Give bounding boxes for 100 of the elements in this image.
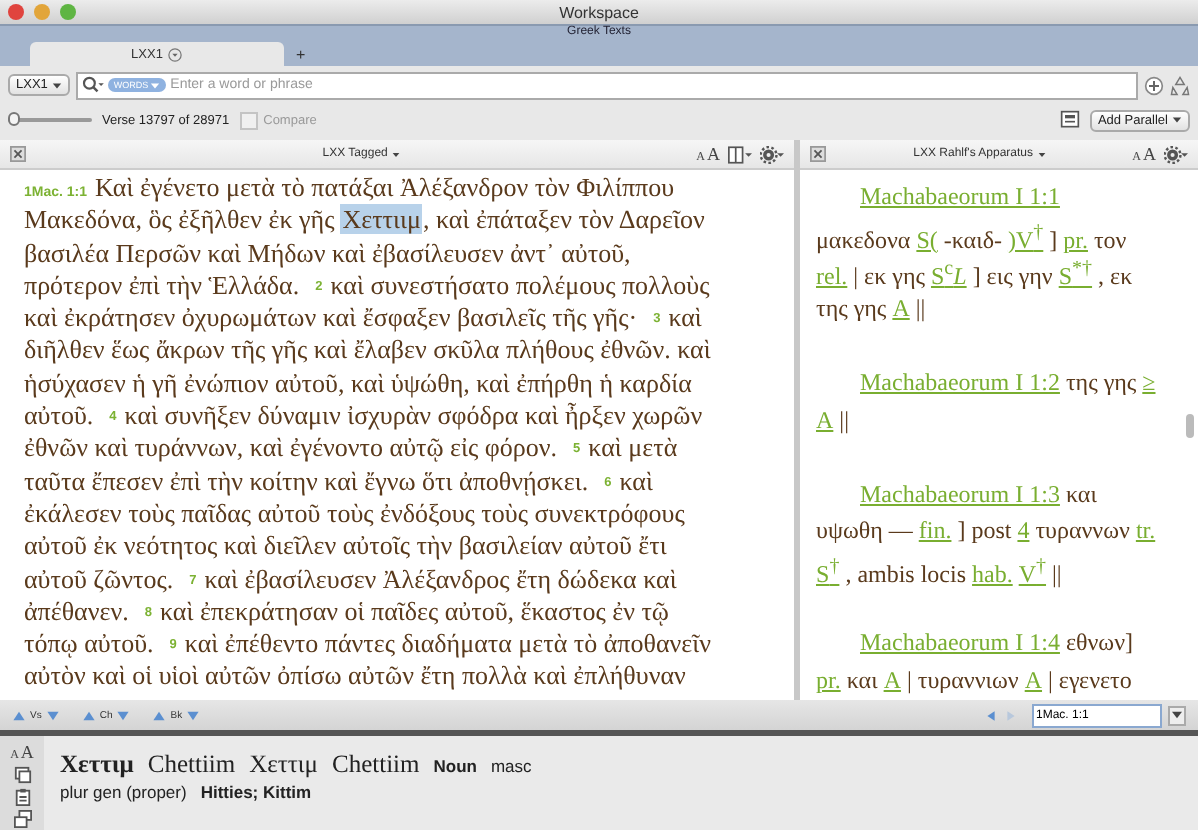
up-arrow-icon[interactable] (152, 709, 167, 721)
up-arrow-icon[interactable] (81, 709, 96, 721)
apparatus-text: της γης (1065, 365, 1137, 400)
apparatus-link[interactable]: A (883, 661, 901, 699)
back-arrow-icon[interactable] (984, 709, 998, 721)
verse-text: καὶ συνεστήσατο πολέμους πολλοὺς (330, 269, 710, 303)
highlighted-word[interactable]: Χεττιιμ (340, 204, 423, 235)
panel-icon[interactable] (1059, 110, 1080, 130)
verse-text: καὶ (668, 302, 702, 335)
apparatus-text: || (1052, 557, 1062, 592)
verse-text: αὐτοῦ ἐκ νεότητος καὶ διεῖλεν αὐτοῖς τὴν βασιλείαν αὐτοῦ ἔτι (24, 530, 667, 564)
gloss: Hitties; Kittim (200, 782, 312, 802)
apparatus-text: | εγενετο (1048, 663, 1132, 698)
verse-text: Μακεδόνα, ὃς ἐξῆλθεν ἐκ γῆς (24, 204, 335, 238)
close-button[interactable] (8, 4, 24, 20)
headword: Χεττιμ (60, 750, 134, 780)
caret-icon (150, 81, 161, 89)
down-arrow-icon[interactable] (186, 709, 201, 721)
verse-text: ἐκάλεσεν τοὺς παῖδας αὐτοῦ τοὺς ἐνδόξους τοὺς συνεκτρόφους (24, 497, 685, 531)
verse-text: αὐτοῦ. (24, 400, 94, 433)
verse-text: βασιλέα Περσῶν καὶ Μήδων καὶ ἐβασίλευσεν ἀντ᾽ αὐτοῦ, (24, 237, 631, 270)
apparatus-link[interactable]: A (1024, 661, 1043, 699)
transliteration: Chettiim (147, 750, 236, 780)
reference-link[interactable]: Machabaeorum I 1:1 (860, 178, 1060, 216)
caret-icon[interactable] (168, 47, 183, 61)
apparatus-link[interactable]: rel. (816, 258, 848, 296)
apparatus-link[interactable]: S$^{†}$ (816, 549, 840, 594)
apparatus-text: τυραννων (1035, 514, 1130, 549)
verse-text: καὶ ἐκράτησεν ὀχυρωμάτων καὶ ἔσφαξεν βασιλεῖς τῆς γῆς· (24, 302, 638, 335)
add-tab-button[interactable]: + (284, 46, 318, 64)
verse-text: Καὶ ἐγένετο μετὰ τὸ πατάξαι Ἀλέξανδρον τὸν Φιλίππου (95, 172, 675, 205)
close-panel-icon[interactable] (810, 146, 826, 162)
verse-text: αὐτοῦ ζῶντος. (24, 563, 174, 596)
apparatus-text: , ambis locis (845, 557, 967, 592)
verse-text: διῆλθεν ἕως ἄκρων τῆς γῆς καὶ ἔλαβεν σκῦλα πλήθους ἐθνῶν. καὶ (24, 334, 711, 368)
clipboard-icon[interactable] (13, 788, 31, 806)
caret-icon (391, 151, 400, 157)
apparatus-text: υψωθη — (816, 514, 913, 549)
verse-text: ἐθνῶν καὶ τυράννων, καὶ ἐγένοντο αὐτῷ εἰς φόρον. (24, 432, 558, 466)
verse-text: ταῦτα ἔπεσεν ἐπὶ τὴν κοίτην καὶ ἔγνω ὅτι ἀποθνῄσκει. (24, 465, 589, 498)
apparatus-text: ] (1049, 223, 1058, 258)
apparatus-text: ] εις γην (972, 260, 1053, 295)
scrollbar-thumb[interactable] (1186, 414, 1194, 438)
apparatus-text: της γης (816, 291, 887, 326)
reference-link[interactable]: Machabaeorum I 1:2 (860, 363, 1060, 402)
verse-text: ἀπέθανεν. (24, 595, 129, 629)
apparatus-link[interactable]: hab. (972, 555, 1013, 594)
apparatus-link[interactable]: V$^{†}$ (1018, 549, 1047, 594)
close-panel-icon[interactable] (10, 146, 26, 162)
verse-text: , καὶ ἐπάταξεν τὸν Δαρεῖον (422, 204, 705, 238)
apparatus-link[interactable]: tr. (1135, 512, 1156, 550)
slider-thumb[interactable] (8, 112, 20, 126)
down-arrow-icon[interactable] (45, 709, 60, 721)
caret-icon (51, 81, 62, 89)
apparatus-link[interactable]: A (892, 289, 910, 327)
verse-text: καὶ μετὰ (588, 432, 678, 466)
verse-text: καὶ ἐπεκράτησαν οἱ παῖδες αὐτοῦ, ἕκαστος ἐν τῷ (159, 595, 669, 629)
apparatus-text: εθνων] (1065, 626, 1134, 661)
apparatus-link[interactable]: pr. (816, 661, 841, 699)
caret-icon (1172, 116, 1182, 124)
verse-text: τόπῳ αὐτοῦ. (24, 628, 154, 661)
apparatus-text: τον (1093, 223, 1127, 258)
verse-text: αὐτὸν καὶ οἱ υἱοὶ αὐτῶν ὀπίσω αὐτῶν ἔτη πολλὰ καὶ ἐπλήθυναν (24, 660, 686, 694)
verse-text: καὶ ἐβασίλευσεν Ἀλέξανδρος ἔτη δώδεκα καὶ (204, 563, 677, 596)
verse-text: καὶ ἐπέθεντο πάντες διαδήματα μετὰ τὸ ἀποθανεῖν (184, 628, 711, 661)
apparatus-text: -καιδ- (943, 223, 1002, 258)
down-arrow-icon[interactable] (116, 709, 131, 721)
settings-icon[interactable] (1164, 145, 1189, 163)
reference-link[interactable]: Machabaeorum I 1:3 (860, 475, 1060, 513)
window-icon[interactable] (13, 810, 31, 828)
add-icon[interactable] (1144, 75, 1164, 95)
verse-text: πρότερον ἐπὶ τὴν Ἑλλάδα. (24, 269, 300, 303)
columns-icon[interactable] (728, 145, 752, 163)
copy-icon[interactable] (13, 766, 31, 784)
verse-text: καὶ (619, 465, 653, 498)
caret-icon (1170, 710, 1184, 720)
up-arrow-icon[interactable] (12, 709, 26, 721)
verse-text: καὶ συνῆξεν δύναμιν ἰσχυρὰν σφόδρα καὶ ἦρξεν χωρῶν (124, 400, 703, 433)
caret-icon (1037, 151, 1046, 157)
part-of-speech: Noun (433, 756, 477, 776)
apparatus-text: | εκ γης (853, 260, 925, 295)
gender: masc (490, 756, 532, 776)
dropdown-button[interactable] (1168, 705, 1186, 725)
verse-text: ἡσύχασεν ἡ γῆ ἐνώπιον αὐτοῦ, καὶ ὑψώθη, καὶ ἐπήρθη ἡ καρδία (24, 367, 692, 401)
settings-icon[interactable] (760, 145, 784, 163)
apparatus-link[interactable]: ≥ (1142, 363, 1156, 402)
apparatus-text: || (839, 403, 849, 438)
parsing: plur gen (proper) (60, 782, 187, 802)
reference-link[interactable]: Machabaeorum I 1:4 (860, 624, 1060, 662)
apparatus-link[interactable]: fin. (918, 512, 952, 550)
apparatus-link[interactable]: 4 (1017, 512, 1030, 550)
apparatus-text: | τυραννιων (906, 663, 1019, 698)
apparatus-text: και (1065, 477, 1097, 512)
apparatus-text: και (846, 663, 878, 698)
zoom-button[interactable] (60, 4, 76, 20)
search-icon[interactable] (81, 76, 104, 94)
apparatus-link[interactable]: )V$^{†}$ (1007, 215, 1044, 259)
apparatus-text: ] post (957, 514, 1012, 549)
apparatus-link[interactable]: A (816, 401, 834, 439)
apparatus-text: || (915, 291, 926, 326)
